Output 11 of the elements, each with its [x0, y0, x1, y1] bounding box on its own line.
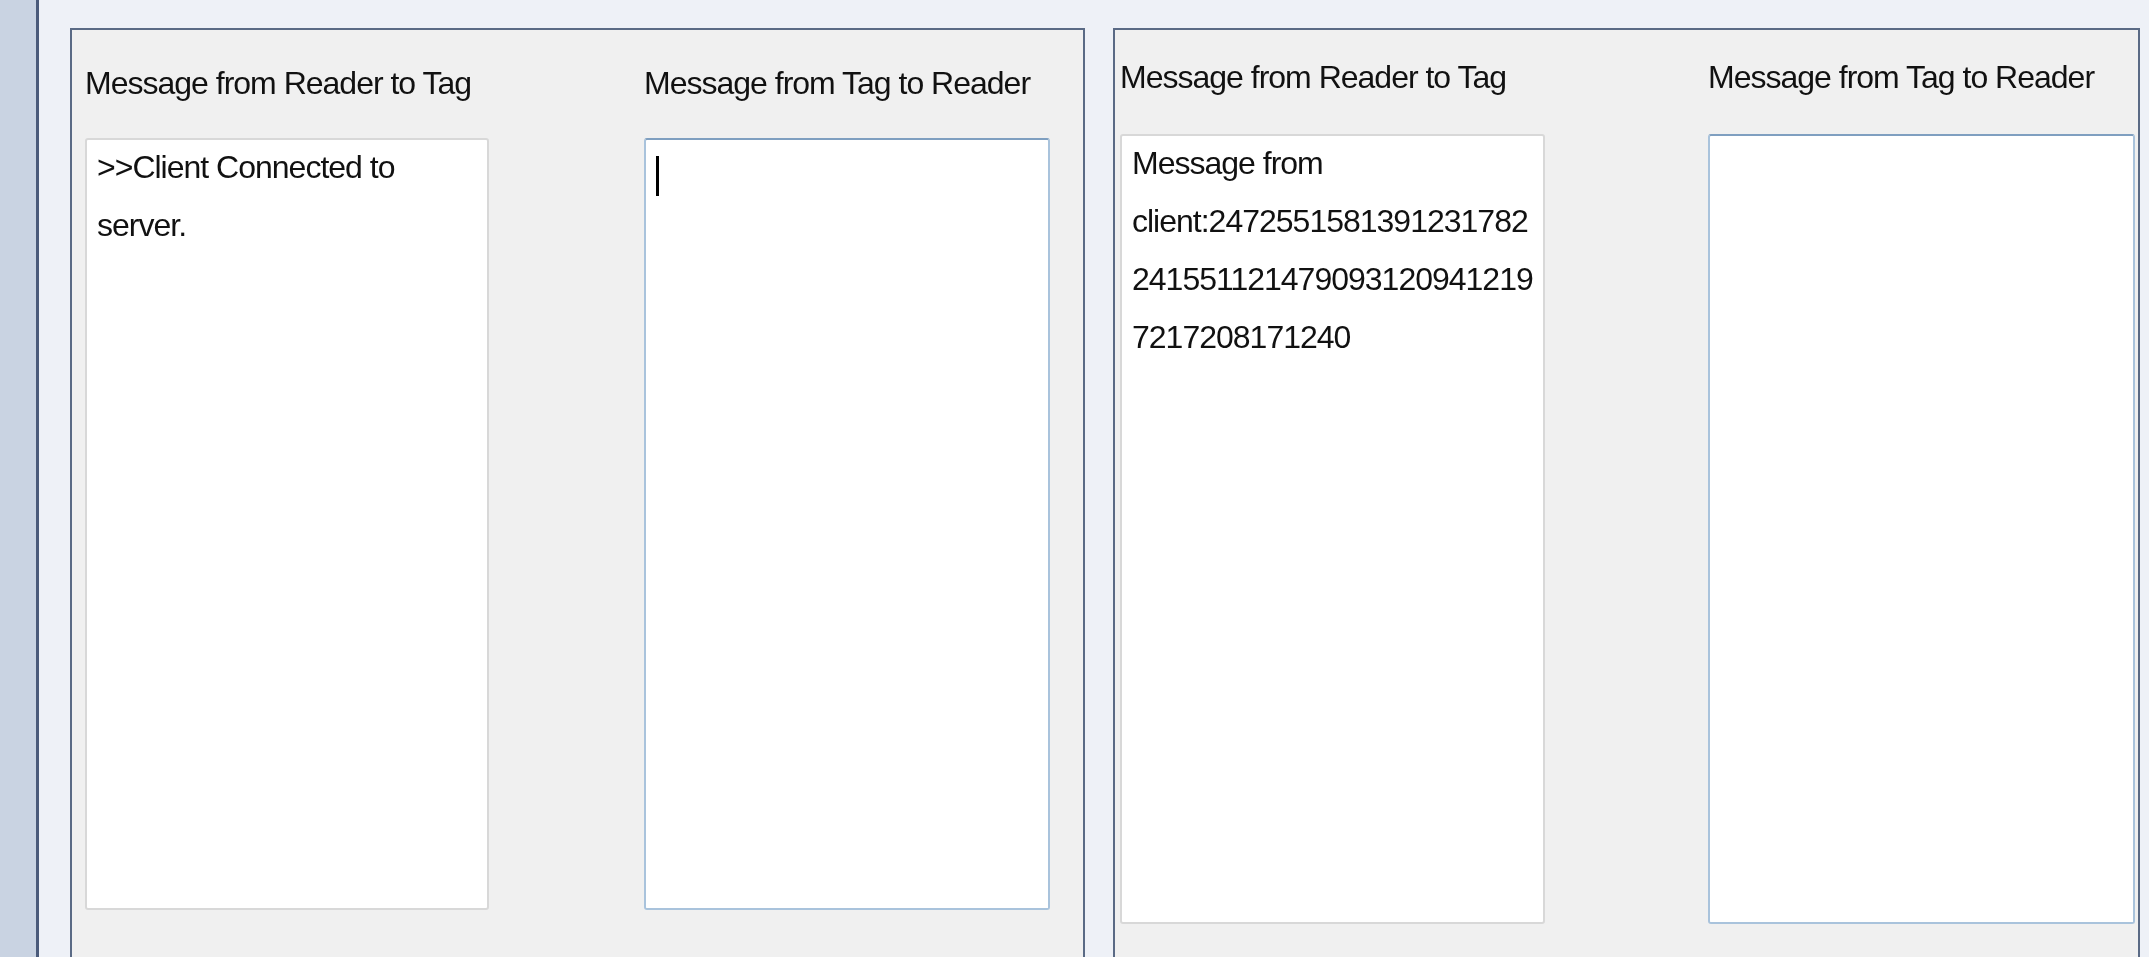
text-box[interactable]: >>Client Connected to server. [85, 138, 489, 910]
field-label: Message from Reader to Tag [1120, 58, 1507, 97]
text-box[interactable] [644, 138, 1050, 910]
message-text: >>Client Connected to server. [97, 148, 396, 245]
message-text: Message from client:24725515813912317822415511214790931209412197217208171240 [1132, 144, 1533, 357]
text-box[interactable]: Message from client:24725515813912317822415511214790931209412197217208171240 [1120, 134, 1545, 924]
field-label: Message from Tag to Reader [1708, 58, 2095, 97]
text-box[interactable] [1708, 134, 2135, 924]
field-label: Message from Tag to Reader [644, 64, 1031, 103]
field-label: Message from Reader to Tag [85, 64, 472, 103]
text-cursor [656, 156, 659, 196]
